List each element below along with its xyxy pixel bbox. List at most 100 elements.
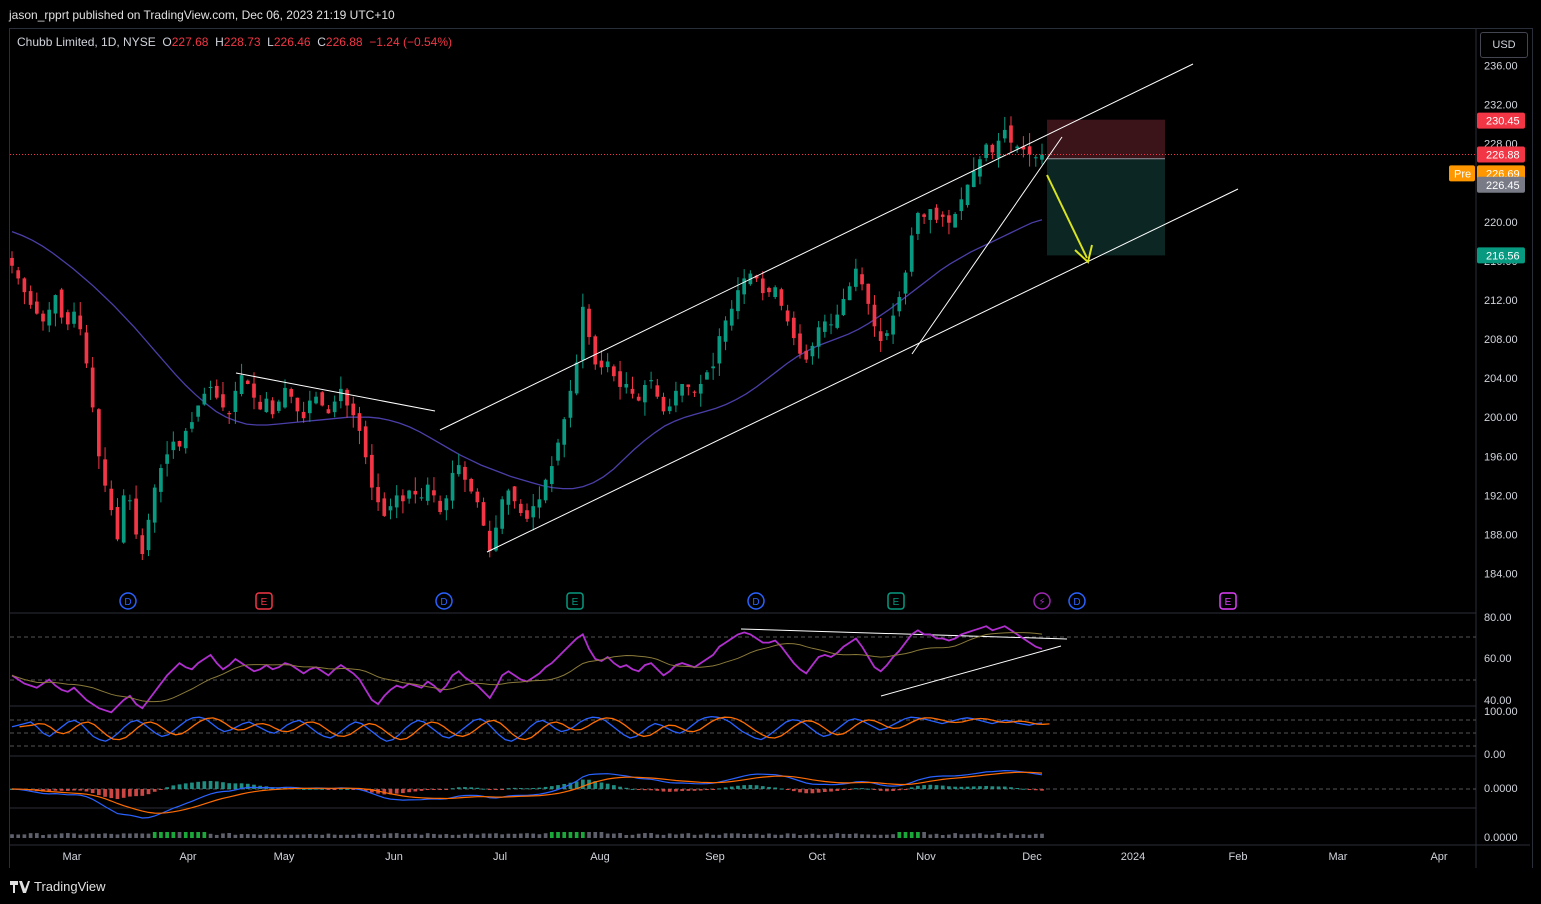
candle[interactable] <box>605 353 610 373</box>
candle[interactable] <box>456 453 461 477</box>
candle[interactable] <box>90 356 95 413</box>
candle[interactable] <box>500 496 505 535</box>
candle[interactable] <box>711 352 715 380</box>
candle[interactable] <box>221 381 225 412</box>
candle[interactable] <box>1002 116 1007 143</box>
candle[interactable] <box>531 494 536 531</box>
candle[interactable] <box>674 381 678 413</box>
candle[interactable] <box>643 380 647 416</box>
stochastic-pane[interactable] <box>10 715 1476 747</box>
candle[interactable] <box>1027 133 1032 167</box>
macd-pane[interactable] <box>10 769 1476 819</box>
candle[interactable] <box>357 406 362 445</box>
candle[interactable] <box>239 363 244 397</box>
candle[interactable] <box>208 380 213 400</box>
candle[interactable] <box>574 354 579 396</box>
candle[interactable] <box>388 498 393 520</box>
candle[interactable] <box>425 477 430 506</box>
candle[interactable] <box>481 497 486 527</box>
events-row[interactable]: D E D E D E ⚡ D E <box>119 592 1237 610</box>
candle[interactable] <box>872 295 877 337</box>
candle[interactable] <box>320 391 325 407</box>
candle[interactable] <box>723 316 728 351</box>
candle[interactable] <box>971 157 976 188</box>
candle[interactable] <box>314 391 318 405</box>
candle[interactable] <box>1033 154 1038 167</box>
candle[interactable] <box>450 460 455 509</box>
candle[interactable] <box>1040 143 1044 165</box>
rsi-signal-line[interactable] <box>11 632 1043 703</box>
candle[interactable] <box>562 416 567 458</box>
candle[interactable] <box>72 302 76 328</box>
candle[interactable] <box>258 395 263 411</box>
candle[interactable] <box>382 492 387 517</box>
event-marker[interactable]: E <box>1219 592 1237 610</box>
channel-lower-line[interactable] <box>486 188 1239 553</box>
stoch-d-line[interactable] <box>19 716 1050 741</box>
candle[interactable] <box>345 388 349 418</box>
macd-line[interactable] <box>11 769 1043 819</box>
candle[interactable] <box>10 251 14 274</box>
candle[interactable] <box>115 498 120 542</box>
candle[interactable] <box>916 211 920 241</box>
candle[interactable] <box>934 204 939 224</box>
candle[interactable] <box>537 486 542 519</box>
candle[interactable] <box>965 184 970 208</box>
candle[interactable] <box>177 440 182 451</box>
event-marker[interactable]: ⚡ <box>1033 592 1051 610</box>
time-axis[interactable]: Mar Apr May Jun Jul Aug Sep Oct Nov Dec 2024 Feb Mar… <box>63 851 1448 863</box>
candle[interactable] <box>109 480 114 516</box>
candle[interactable] <box>990 143 995 160</box>
candle[interactable] <box>301 401 306 423</box>
candle[interactable] <box>599 350 604 375</box>
candle[interactable] <box>717 328 722 376</box>
candle[interactable] <box>252 372 256 410</box>
candle[interactable] <box>47 302 52 333</box>
candle[interactable] <box>1009 116 1013 153</box>
currency-button[interactable]: USD <box>1480 32 1528 58</box>
event-marker[interactable]: E <box>887 592 905 610</box>
candle[interactable] <box>28 285 33 309</box>
candle[interactable] <box>885 330 889 341</box>
volume-pane[interactable] <box>10 832 1044 838</box>
candle[interactable] <box>742 269 747 305</box>
candle[interactable] <box>816 321 821 359</box>
candle[interactable] <box>543 478 548 504</box>
candle[interactable] <box>22 277 27 305</box>
candle[interactable] <box>146 513 151 557</box>
candle[interactable] <box>760 271 765 301</box>
candle[interactable] <box>494 515 498 552</box>
stop-loss-zone[interactable] <box>1047 119 1165 159</box>
candle[interactable] <box>53 294 58 327</box>
event-marker[interactable]: D <box>747 592 765 610</box>
event-marker[interactable]: D <box>435 592 453 610</box>
candle[interactable] <box>593 334 598 370</box>
candle[interactable] <box>686 384 691 396</box>
candle[interactable] <box>947 209 951 235</box>
candle[interactable] <box>667 398 672 415</box>
candle[interactable] <box>580 293 585 369</box>
candle[interactable] <box>698 374 703 407</box>
candle[interactable] <box>612 364 616 382</box>
candle[interactable] <box>463 461 467 492</box>
candle[interactable] <box>860 267 864 291</box>
candle[interactable] <box>854 258 858 292</box>
candle[interactable] <box>512 485 517 509</box>
symbol-legend[interactable]: Chubb Limited, 1D, NYSE O227.68 H228.73 … <box>17 35 452 49</box>
candle[interactable] <box>903 270 908 305</box>
candle[interactable] <box>363 420 368 465</box>
candle[interactable] <box>307 390 312 422</box>
candle[interactable] <box>469 477 474 494</box>
candle[interactable] <box>121 489 126 544</box>
candle[interactable] <box>103 447 107 493</box>
candle[interactable] <box>767 286 771 297</box>
candle[interactable] <box>506 488 511 515</box>
candle[interactable] <box>587 304 591 345</box>
candle[interactable] <box>134 485 138 539</box>
candle[interactable] <box>264 391 269 413</box>
candle[interactable] <box>59 287 64 324</box>
candle[interactable] <box>624 372 629 394</box>
candle[interactable] <box>779 287 784 311</box>
candle[interactable] <box>183 427 188 454</box>
candle[interactable] <box>649 371 653 389</box>
